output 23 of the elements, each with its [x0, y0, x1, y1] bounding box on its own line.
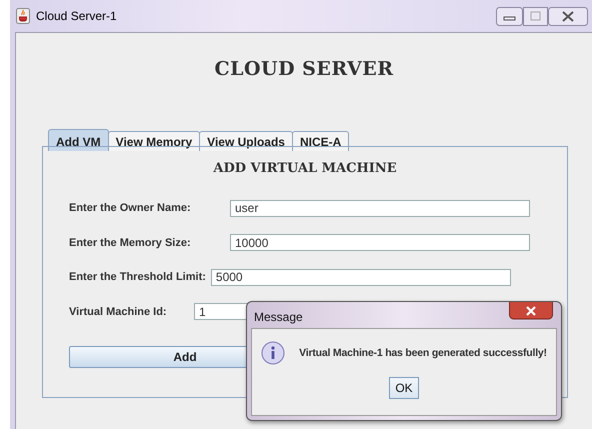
close-icon[interactable] — [548, 6, 588, 26]
input-field[interactable]: 10000 — [230, 234, 530, 252]
window-title: Cloud Server-1 — [36, 9, 117, 23]
minimize-icon[interactable] — [496, 6, 523, 26]
field-label: Enter the Threshold Limit: — [69, 271, 206, 284]
app-heading: CLOUD SERVER — [214, 58, 394, 80]
tab[interactable]: View Uploads — [199, 131, 293, 151]
input-field[interactable]: user — [230, 200, 530, 217]
tab[interactable]: View Memory — [108, 131, 200, 151]
app-icon — [16, 8, 30, 24]
dialog-title: Message — [254, 310, 303, 324]
dialog-message: Virtual Machine-1 has been generated successfully! — [299, 347, 547, 359]
tab[interactable]: Add VM — [48, 129, 109, 151]
input-field[interactable]: 5000 — [210, 268, 511, 286]
ok-button[interactable]: OK — [389, 377, 419, 399]
tab[interactable]: NICE-A — [292, 131, 350, 151]
info-icon — [261, 341, 286, 365]
maximize-icon[interactable] — [523, 6, 548, 26]
field-label: Enter the Memory Size: — [69, 236, 192, 249]
close-icon[interactable] — [509, 302, 553, 320]
field-label: Enter the Owner Name: — [69, 202, 192, 214]
field-label: Virtual Machine Id: — [69, 306, 168, 318]
panel-heading: ADD VIRTUAL MACHINE — [213, 161, 397, 176]
